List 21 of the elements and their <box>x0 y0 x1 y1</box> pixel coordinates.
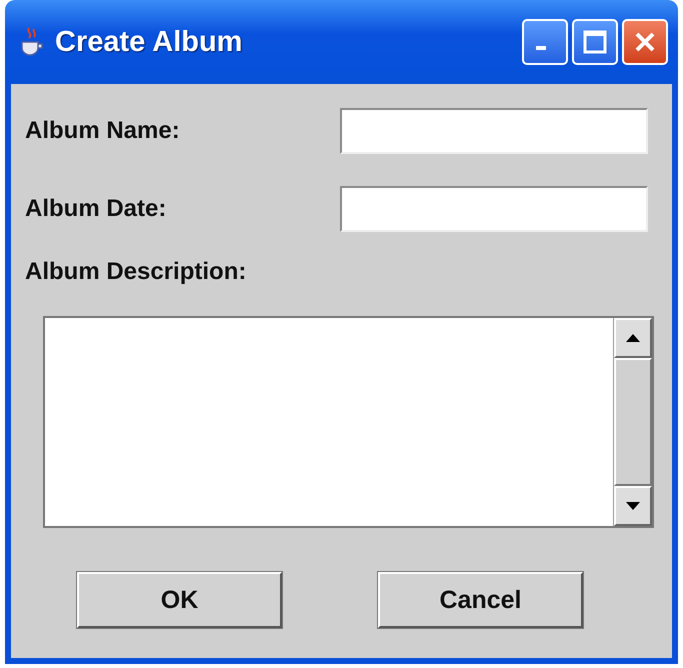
maximize-button[interactable] <box>572 19 618 65</box>
input-field[interactable] <box>340 186 648 232</box>
field-label: Album Description: <box>25 258 246 286</box>
close-icon <box>633 30 657 54</box>
dialog-button[interactable]: Cancel <box>378 572 583 628</box>
field-label: Album Name: <box>25 117 180 145</box>
field-label: Album Date: <box>25 195 166 223</box>
down-arrow-icon <box>625 501 641 511</box>
input-field[interactable] <box>340 108 648 154</box>
window-title: Create Album <box>55 26 244 58</box>
close-button[interactable] <box>622 19 668 65</box>
up-arrow-icon <box>625 333 641 343</box>
scroll-down-button[interactable] <box>614 486 652 526</box>
description-field[interactable] <box>43 316 654 528</box>
scroll-up-button[interactable] <box>614 318 652 358</box>
maximize-icon <box>583 30 607 54</box>
minimize-button[interactable] <box>522 19 568 65</box>
cup-icon <box>19 26 45 58</box>
minimize-icon <box>536 46 546 50</box>
scroll-bar[interactable] <box>613 318 652 526</box>
dialog-button[interactable]: OK <box>77 572 282 628</box>
